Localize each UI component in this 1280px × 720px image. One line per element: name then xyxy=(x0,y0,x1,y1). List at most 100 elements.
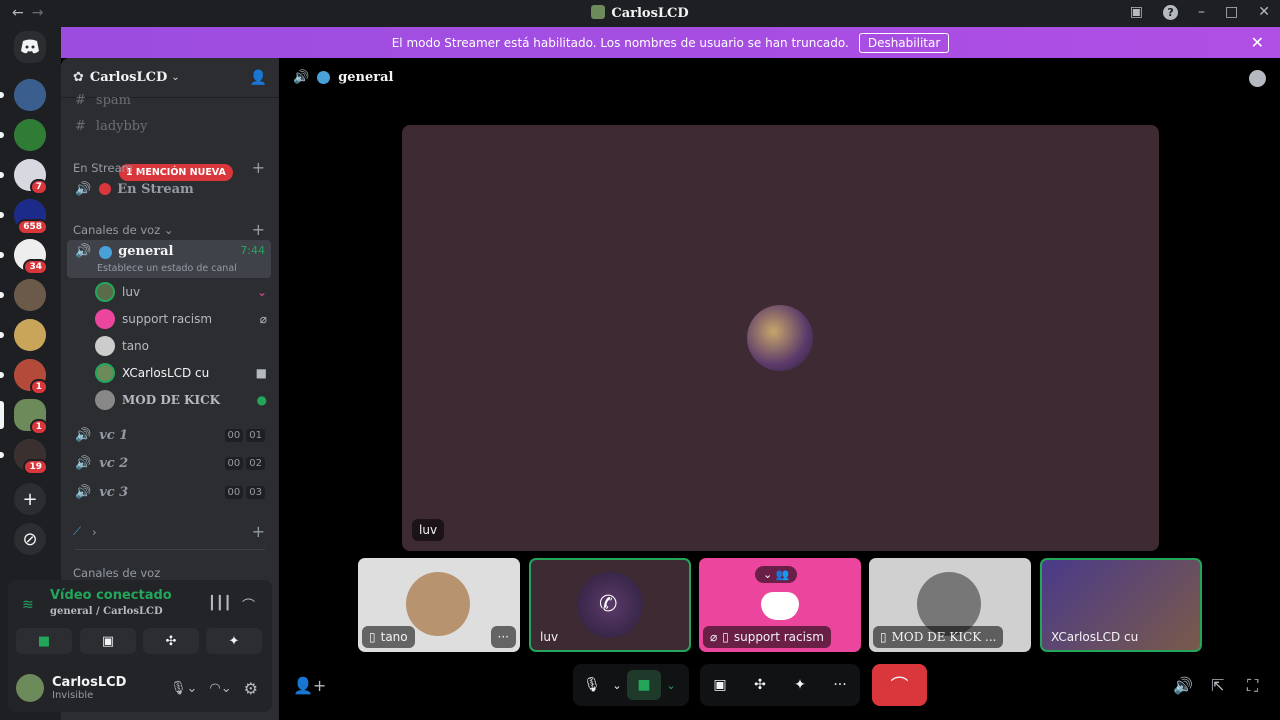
fullscreen-icon[interactable]: ⛶ xyxy=(1247,676,1258,696)
focused-video[interactable]: luv xyxy=(402,125,1159,551)
sound-bars-icon[interactable]: ┃┃┃ xyxy=(208,596,231,611)
discord-icon xyxy=(761,592,799,620)
mic-options-chevron-icon[interactable]: ⌄ xyxy=(607,670,627,700)
activities-icon[interactable]: ✣ xyxy=(745,670,775,700)
server-icon-1[interactable] xyxy=(0,79,46,111)
mic-icon[interactable]: 🎙⌄ xyxy=(170,681,197,696)
maximize-icon[interactable]: □ xyxy=(1225,4,1238,20)
disable-streamer-button[interactable]: Deshabilitar xyxy=(858,32,950,53)
popout-icon[interactable]: ⇱ xyxy=(1211,676,1224,695)
speaker-icon: 🔊 xyxy=(293,70,310,85)
server-icon-8[interactable]: 1 xyxy=(0,359,48,395)
camera-button[interactable]: ■ xyxy=(627,670,661,700)
server-icon-5[interactable]: 34 xyxy=(0,239,48,275)
inbox-icon[interactable]: ▣ xyxy=(1130,4,1143,20)
muted-icon: ⌀ xyxy=(259,312,267,326)
hash-icon: # xyxy=(75,118,86,134)
server-icon-2[interactable] xyxy=(0,119,46,151)
member-luv[interactable]: luv ⌄ xyxy=(95,280,267,304)
channel-ladybug[interactable]: # ladybby xyxy=(67,114,271,138)
window-title: CarlosLCD xyxy=(0,5,1280,21)
server-icon-3[interactable]: 7 xyxy=(0,159,48,195)
close-banner-icon[interactable]: ✕ xyxy=(1251,33,1264,52)
participant-tile[interactable]: ▯ tano ··· xyxy=(358,558,520,652)
channel-spam[interactable]: # spam xyxy=(67,88,271,112)
channel-en-stream[interactable]: 🔊 En Stream xyxy=(67,174,271,204)
user-status: Invisible xyxy=(52,690,94,701)
server-icon-10[interactable]: 19 xyxy=(0,439,48,475)
member-tano[interactable]: tano xyxy=(95,334,267,358)
decor-icon: ⟋ xyxy=(73,524,82,538)
add-server-icon[interactable]: + xyxy=(14,483,46,515)
leave-call-button[interactable]: ⌒ xyxy=(872,664,927,706)
settings-icon[interactable]: ⚙ xyxy=(244,679,258,698)
category-collapsed[interactable]: ⟋ › + xyxy=(73,522,265,541)
screenshare-button[interactable]: ▣ xyxy=(80,628,136,654)
globe-icon xyxy=(99,246,113,259)
mention-badge: 34 xyxy=(23,259,48,275)
expand-pill[interactable]: ⌄ 👥 xyxy=(755,566,798,583)
add-channel-icon[interactable]: + xyxy=(252,522,265,541)
disconnect-icon[interactable]: ⌒ xyxy=(242,595,255,614)
discord-home-icon[interactable] xyxy=(14,31,46,63)
channel-vc1[interactable]: 🔊 vc 1 00 01 xyxy=(67,420,271,450)
participant-tile[interactable]: XCarlosLCD cu xyxy=(1040,558,1202,652)
avatar xyxy=(95,390,115,410)
voice-location[interactable]: general / CarlosLCD xyxy=(50,606,163,617)
speaker-icon: 🔊 xyxy=(75,244,92,259)
call-view: 🔊 general luv ▯ tano ··· ✆ luv ⌄ 👥 ⌀ ▯ supp… xyxy=(279,58,1280,720)
explore-icon[interactable]: ⊘ xyxy=(14,523,46,555)
soundboard-button[interactable]: ✦ xyxy=(206,628,262,654)
invite-icon[interactable]: 👤 xyxy=(250,70,267,86)
help-icon[interactable]: ? xyxy=(1163,4,1179,20)
more-options-icon[interactable]: ··· xyxy=(490,626,516,648)
channel-vc2[interactable]: 🔊 vc 2 00 02 xyxy=(67,448,271,478)
category-voice-2[interactable]: Canales de voz xyxy=(73,566,265,580)
speaker-icon: 🔊 xyxy=(75,181,92,197)
headphones-icon[interactable]: ◠⌄ xyxy=(209,681,231,696)
server-icon-7[interactable] xyxy=(0,319,46,351)
invite-user-icon[interactable]: 👤+ xyxy=(293,676,326,695)
phone-icon: ▯ xyxy=(369,630,376,644)
camera-button[interactable]: ■ xyxy=(16,628,72,654)
server-icon-9[interactable]: 1 xyxy=(0,399,48,435)
phone-icon: ▯ xyxy=(880,630,887,644)
voice-status[interactable]: Vídeo conectado xyxy=(50,588,172,603)
member-support-racism[interactable]: support racism ⌀ xyxy=(95,307,267,331)
media-controls: 🎙 ⌄ ■ ⌄ xyxy=(573,664,689,706)
activities-button[interactable]: ✣ xyxy=(143,628,199,654)
participant-tile[interactable]: ✆ luv xyxy=(529,558,691,652)
participant-label: luv xyxy=(412,519,445,541)
red-dot-icon xyxy=(99,183,112,195)
screenshare-icon[interactable]: ▣ xyxy=(705,670,735,700)
minimize-icon[interactable]: – xyxy=(1198,4,1205,20)
speaker-icon: 🔊 xyxy=(75,484,92,500)
activity-controls: ▣ ✣ ✦ ··· xyxy=(700,664,860,706)
participant-tile[interactable]: ⌄ 👥 ⌀ ▯ support racism xyxy=(699,558,861,652)
member-xcarloslcd[interactable]: XCarlosLCD cu ■ xyxy=(95,361,267,385)
chat-icon[interactable] xyxy=(1249,70,1266,87)
chevron-down-icon: ⌄ xyxy=(171,72,180,83)
category-voice[interactable]: Canales de voz ⌄ + xyxy=(73,220,265,239)
member-mod[interactable]: MOD DE KICK ● xyxy=(95,388,267,412)
server-icon-4[interactable]: 658 xyxy=(0,199,48,235)
soundboard-icon[interactable]: ✦ xyxy=(785,670,815,700)
mic-button[interactable]: 🎙 xyxy=(577,670,607,700)
channel-vc3[interactable]: 🔊 vc 3 00 03 xyxy=(67,477,271,507)
mention-badge: 658 xyxy=(17,219,48,235)
window-controls: ▣ ? – □ ✕ xyxy=(1130,4,1270,20)
camera-options-chevron-icon[interactable]: ⌄ xyxy=(661,670,681,700)
channel-general[interactable]: 🔊 general 7:44 Establece un estado de ca… xyxy=(67,240,271,278)
username[interactable]: CarlosLCD xyxy=(52,675,126,690)
hash-icon: # xyxy=(75,92,86,108)
participant-tile[interactable]: ▯ MOD DE KICK ... xyxy=(869,558,1031,652)
server-icon-6[interactable] xyxy=(0,279,46,311)
mention-badge: 19 xyxy=(23,459,48,475)
add-channel-icon[interactable]: + xyxy=(252,220,265,239)
avatar[interactable] xyxy=(16,674,44,702)
title-bar: ←→ CarlosLCD ▣ ? – □ ✕ xyxy=(0,0,1280,27)
close-window-icon[interactable]: ✕ xyxy=(1258,4,1270,20)
speaker-icon: 🔊 xyxy=(75,455,92,471)
more-icon[interactable]: ··· xyxy=(825,670,855,700)
volume-icon[interactable]: 🔊 xyxy=(1173,676,1193,695)
